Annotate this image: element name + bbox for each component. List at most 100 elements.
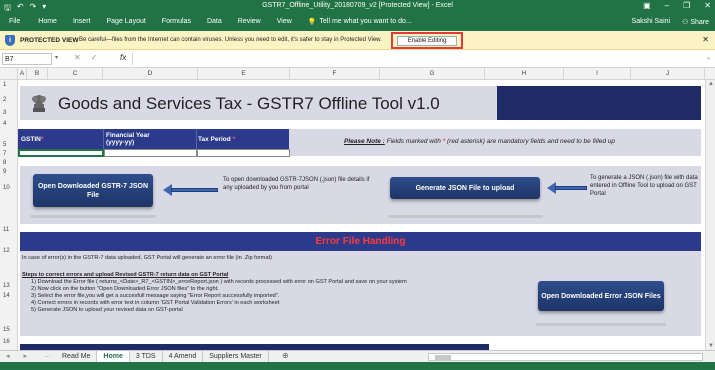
left-arrow-icon (163, 184, 218, 196)
header-separator (196, 129, 197, 149)
tab-insert[interactable]: Insert (65, 18, 99, 26)
row-13[interactable]: 13 (0, 283, 18, 289)
horizontal-scroll-thumb[interactable] (435, 355, 451, 360)
col-j[interactable]: J (631, 68, 705, 80)
steps-title: Steps to correct errors and upload Revis… (22, 272, 229, 278)
generate-json-help: To generate a JSON (.json) file with dat… (590, 175, 698, 197)
tab-review[interactable]: Review (230, 18, 269, 26)
row-4[interactable]: 4 (0, 121, 18, 127)
mandatory-note: Please Note : Fields marked with * (red … (344, 138, 615, 145)
step-1: 1) Download the Error file ( returns_<Da… (31, 279, 407, 285)
tab-home[interactable]: Home (30, 18, 65, 26)
protected-view-message: Be careful—files from the Internet can c… (79, 37, 382, 43)
select-all-corner[interactable] (0, 68, 18, 80)
minimize-icon[interactable]: – (665, 1, 669, 10)
col-a[interactable]: A (18, 68, 27, 80)
col-c[interactable]: C (48, 68, 103, 80)
formula-bar: B7 ▾ ✕ ✓ fx ⌄ (0, 50, 715, 68)
note-area: Please Note : Fields marked with * (red … (289, 129, 701, 156)
row-12[interactable]: 12 (0, 248, 18, 254)
window-controls: ▣ – ❐ ✕ (643, 1, 711, 10)
scroll-down-icon[interactable]: ▼ (708, 343, 714, 349)
protected-view-bar: i PROTECTED VIEW Be careful—files from t… (0, 31, 715, 50)
next-sheet-icon[interactable]: ▸ (24, 352, 28, 360)
row-14[interactable]: 14 (0, 293, 18, 299)
title-banner: Goods and Services Tax - GSTR7 Offline T… (20, 86, 701, 120)
cancel-icon[interactable]: ✕ (74, 53, 81, 62)
enter-icon[interactable]: ✓ (91, 53, 98, 62)
open-json-help: To open downloaded GSTR-7JSON (.json) fi… (223, 177, 370, 191)
tab-view[interactable]: View (269, 18, 300, 26)
share-button[interactable]: ⚇ Share (682, 18, 709, 26)
button-shadow (30, 215, 156, 218)
scroll-up-icon[interactable]: ▲ (708, 81, 714, 87)
vertical-scrollbar[interactable]: ▲ ▼ (705, 80, 715, 350)
ribbon-display-icon[interactable]: ▣ (643, 1, 651, 10)
user-name[interactable]: Sakshi Saini (632, 18, 671, 26)
open-gstr7-json-button[interactable]: Open Downloaded GSTR-7 JSON File (33, 174, 153, 207)
tax-period-input[interactable] (197, 149, 290, 157)
col-g[interactable]: G (380, 68, 485, 80)
row-2[interactable]: 2 (0, 97, 18, 103)
ribbon: File Home Insert Page Layout Formulas Da… (0, 14, 715, 31)
error-section-header: Error File Handling (20, 232, 701, 251)
row-7[interactable]: 7 (0, 151, 18, 157)
step-3: 3) Select the error file,you will get a … (31, 293, 280, 299)
more-sheets-icon[interactable]: … (44, 352, 51, 359)
name-box[interactable]: B7 (2, 53, 52, 65)
protected-view-label: PROTECTED VIEW (20, 37, 79, 44)
row-9[interactable]: 9 (0, 169, 18, 175)
generate-json-button[interactable]: Generate JSON File to upload (390, 177, 540, 199)
row-5[interactable]: 5 (0, 142, 18, 148)
banner-navy-block (497, 86, 701, 120)
col-f[interactable]: F (290, 68, 380, 80)
button-shadow (388, 215, 543, 218)
new-sheet-icon[interactable]: ⊕ (282, 351, 289, 360)
gstin-input[interactable] (18, 149, 104, 157)
row-16[interactable]: 16 (0, 339, 18, 345)
row-8[interactable]: 8 (0, 160, 18, 166)
row-15[interactable]: 15 (0, 327, 18, 333)
col-i[interactable]: I (564, 68, 631, 80)
open-error-json-button[interactable]: Open Downloaded Error JSON Files (538, 281, 664, 311)
header-row: GSTIN* Financial Year (yyyy-yy) Tax Perio… (18, 129, 701, 156)
expand-formula-bar-icon[interactable]: ⌄ (706, 54, 711, 61)
person-icon: ⚇ (682, 19, 689, 26)
tab-page-layout[interactable]: Page Layout (98, 18, 153, 26)
close-bar-icon[interactable]: ✕ (702, 35, 709, 44)
sheet-grid[interactable]: Goods and Services Tax - GSTR7 Offline T… (18, 80, 715, 350)
tax-period-label: Tax Period * (198, 136, 236, 143)
row-headers: 1 2 3 4 5 7 8 9 10 11 12 13 14 15 16 (0, 80, 18, 350)
enable-editing-button[interactable]: Enable Editing (397, 36, 457, 46)
tab-file[interactable]: File (0, 18, 30, 26)
tab-data[interactable]: Data (199, 18, 230, 26)
prev-sheet-icon[interactable]: ◂ (6, 352, 10, 360)
sheet-tab-bar: ◂ ▸ … Read Me Home 3 TDS 4 Amend Supplie… (0, 350, 715, 364)
name-box-dropdown-icon[interactable]: ▾ (55, 54, 58, 61)
close-icon[interactable]: ✕ (704, 1, 711, 10)
window-title: GSTR7_Offline_Utility_20180709_v2 [Prote… (262, 2, 453, 9)
financial-year-input[interactable] (104, 149, 197, 157)
shield-icon: i (5, 35, 15, 46)
tell-me-box[interactable]: 💡 Tell me what you want to do... (300, 18, 420, 26)
step-4: 4) Correct errors in records with error … (31, 300, 280, 306)
horizontal-scrollbar[interactable] (428, 353, 703, 361)
row-11[interactable]: 11 (0, 227, 18, 233)
banner-title: Goods and Services Tax - GSTR7 Offline T… (58, 94, 440, 113)
col-h[interactable]: H (485, 68, 564, 80)
row-1[interactable]: 1 (0, 82, 18, 88)
row-3[interactable]: 3 (0, 110, 18, 116)
step-2: 2) Now click on the button "Open Downloa… (31, 286, 219, 292)
row-10[interactable]: 10 (0, 185, 18, 191)
step-5: 5) Generate JSON to upload your revised … (31, 307, 183, 313)
title-bar: 🖫 ↶ ↷ ▾ GSTR7_Offline_Utility_20180709_v… (0, 0, 715, 14)
insert-function-icon[interactable]: fx (120, 53, 126, 62)
col-e[interactable]: E (198, 68, 290, 80)
error-section-body: In case of error(s) in the GSTR-7 data u… (20, 251, 701, 336)
header-separator (103, 129, 104, 149)
col-d[interactable]: D (103, 68, 198, 80)
col-b[interactable]: B (27, 68, 48, 80)
formula-input[interactable] (132, 53, 707, 65)
tab-formulas[interactable]: Formulas (154, 18, 199, 26)
restore-icon[interactable]: ❐ (683, 1, 690, 10)
